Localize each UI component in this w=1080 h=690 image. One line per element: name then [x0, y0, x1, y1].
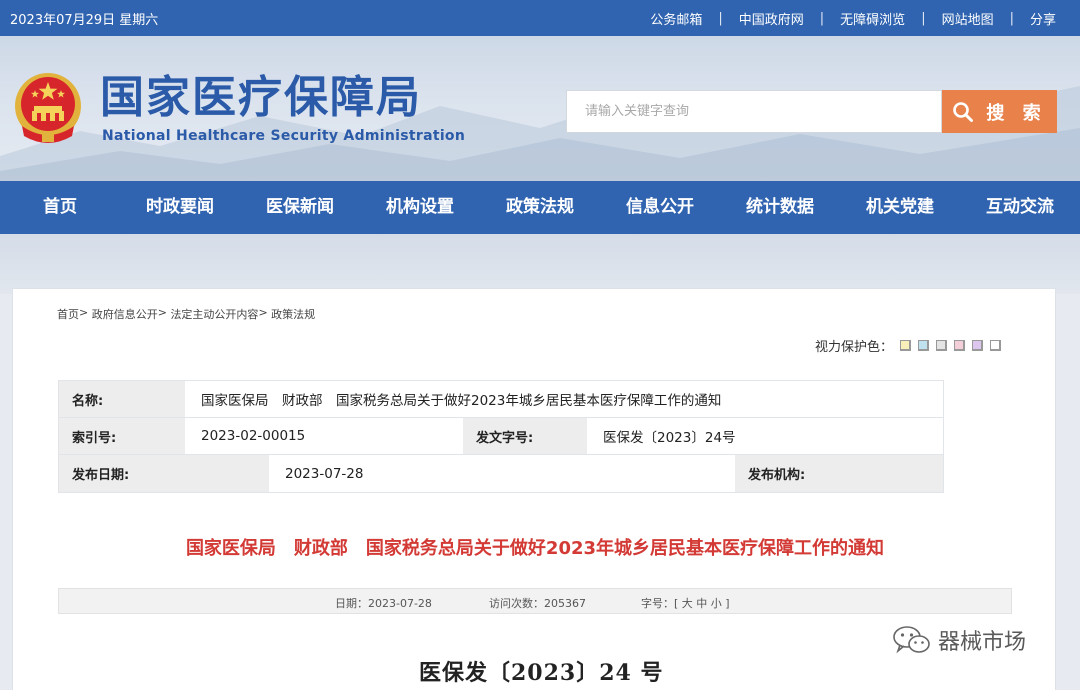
nav-item-interaction[interactable]: 互动交流 — [960, 181, 1080, 234]
meta-org-label: 发布机构: — [735, 455, 943, 492]
site-header: 国家医疗保障局 National Healthcare Security Adm… — [0, 36, 1080, 181]
breadcrumb-separator: > — [258, 306, 272, 319]
visit-count: 访问次数：205367 — [489, 597, 586, 610]
current-date: 2023年07月29日 星期六 — [10, 13, 159, 28]
article-date: 日期：2023-07-28 — [335, 597, 432, 610]
meta-row-name: 名称: 国家医保局 财政部 国家税务总局关于做好2023年城乡居民基本医疗保障工… — [59, 381, 943, 418]
divider: | — [921, 11, 926, 26]
top-link-share[interactable]: 分享 — [1030, 9, 1056, 28]
main-nav: 首页 时政要闻 医保新闻 机构设置 政策法规 信息公开 统计数据 机关党建 互动… — [0, 181, 1080, 234]
divider: | — [1009, 11, 1014, 26]
header-backdrop — [0, 234, 1080, 294]
nav-item-statistics[interactable]: 统计数据 — [720, 181, 840, 234]
meta-docno-value: 医保发〔2023〕24号 — [587, 418, 943, 454]
top-link-sitemap[interactable]: 网站地图 — [942, 9, 994, 28]
swatch-pink[interactable] — [954, 340, 966, 351]
search-input[interactable] — [566, 90, 942, 133]
font-size-large[interactable]: 大 — [682, 597, 693, 610]
top-link-mail[interactable]: 公务邮箱 — [650, 9, 702, 28]
document-number: 医保发〔2023〕24 号 — [419, 660, 664, 686]
swatch-yellow[interactable] — [900, 340, 912, 351]
watermark-text: 器械市场 — [938, 630, 1027, 655]
swatch-blue[interactable] — [918, 340, 930, 351]
meta-row-date: 发布日期: 2023-07-28 发布机构: — [59, 455, 943, 492]
meta-date-label: 发布日期: — [59, 455, 269, 492]
search-button[interactable]: 搜 索 — [942, 90, 1057, 133]
nav-item-party-building[interactable]: 机关党建 — [840, 181, 960, 234]
breadcrumb-gov-info[interactable]: 政府信息公开 — [92, 306, 158, 322]
top-bar: 2023年07月29日 星期六 公务邮箱 | 中国政府网 | 无障碍浏览 | 网… — [0, 0, 1080, 36]
breadcrumb: 首页 > 政府信息公开 > 法定主动公开内容 > 政策法规 — [57, 306, 315, 322]
national-emblem-icon[interactable] — [12, 70, 84, 146]
font-size-close: ] — [725, 597, 730, 610]
divider: | — [819, 11, 825, 26]
top-links: 公务邮箱 | 中国政府网 | 无障碍浏览 | 网站地图 | 分享 — [650, 9, 1056, 28]
meta-row-index: 索引号: 2023-02-00015 发文字号: 医保发〔2023〕24号 — [59, 418, 943, 455]
breadcrumb-policies[interactable]: 政策法规 — [271, 306, 315, 322]
font-size-small[interactable]: 小 — [711, 597, 722, 610]
breadcrumb-public-content[interactable]: 法定主动公开内容 — [170, 306, 258, 322]
divider: | — [718, 11, 723, 26]
breadcrumb-separator: > — [79, 306, 92, 319]
nav-item-organization[interactable]: 机构设置 — [360, 181, 480, 234]
nav-item-policies[interactable]: 政策法规 — [480, 181, 600, 234]
meta-name-value: 国家医保局 财政部 国家税务总局关于做好2023年城乡居民基本医疗保障工作的通知 — [185, 381, 943, 417]
font-size-control: 字号：[ 大 中 小 ] — [641, 595, 730, 611]
nav-item-insurance-news[interactable]: 医保新闻 — [240, 181, 360, 234]
swatch-gray[interactable] — [936, 340, 948, 351]
top-link-accessibility[interactable]: 无障碍浏览 — [840, 9, 905, 28]
site-logo-subtitle: National Healthcare Security Administrat… — [102, 128, 466, 144]
meta-docno-label: 发文字号: — [463, 418, 587, 454]
breadcrumb-home[interactable]: 首页 — [57, 306, 79, 322]
font-size-medium[interactable]: 中 — [696, 597, 707, 610]
article-title: 国家医保局 财政部 国家税务总局关于做好2023年城乡居民基本医疗保障工作的通知 — [185, 538, 885, 559]
site-logo-title[interactable]: 国家医疗保障局 — [100, 76, 422, 120]
meta-index-value: 2023-02-00015 — [185, 418, 463, 454]
nav-item-current-affairs[interactable]: 时政要闻 — [120, 181, 240, 234]
search-icon — [953, 101, 974, 122]
swatch-purple[interactable] — [972, 340, 984, 351]
wechat-icon — [893, 626, 930, 654]
article-info-bar: 日期：2023-07-28 访问次数：205367 字号：[ 大 中 小 ] — [58, 588, 1012, 614]
breadcrumb-separator: > — [157, 306, 171, 319]
swatch-white[interactable] — [990, 340, 1002, 351]
nav-item-home[interactable]: 首页 — [0, 181, 120, 234]
eye-care-colors: 视力保护色： — [815, 336, 1002, 355]
font-size-label: 字号：[ — [641, 597, 679, 610]
meta-date-value: 2023-07-28 — [269, 455, 735, 492]
eye-care-label: 视力保护色： — [815, 340, 894, 355]
top-link-gov[interactable]: 中国政府网 — [739, 9, 804, 28]
nav-item-disclosure[interactable]: 信息公开 — [600, 181, 720, 234]
meta-index-label: 索引号: — [59, 418, 185, 454]
search-button-label: 搜 索 — [986, 102, 1047, 124]
meta-name-label: 名称: — [59, 381, 185, 417]
document-meta-table: 名称: 国家医保局 财政部 国家税务总局关于做好2023年城乡居民基本医疗保障工… — [58, 380, 944, 493]
wechat-watermark: 器械市场 — [892, 624, 1026, 656]
